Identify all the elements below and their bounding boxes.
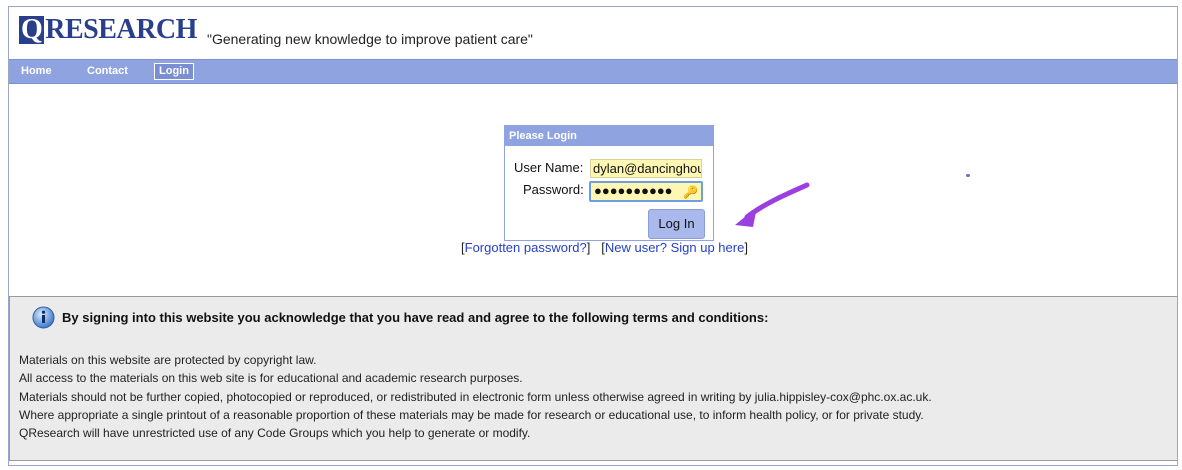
terms-line: QResearch will have unrestricted use of …: [19, 426, 531, 440]
nav-bar: Home Contact Login: [9, 59, 1177, 84]
terms-line: Materials on this website are protected …: [19, 353, 317, 367]
pointer-arrow-icon: [735, 182, 810, 227]
cursor-dot: [966, 174, 970, 177]
terms-line: Where appropriate a single printout of a…: [19, 408, 924, 422]
nav-contact-link[interactable]: Contact: [87, 64, 128, 81]
signup-link[interactable]: New user? Sign up here: [605, 240, 744, 255]
bracket-close: ]: [744, 240, 748, 255]
bracket-close: ]: [586, 240, 591, 255]
password-label: Password:: [523, 182, 584, 197]
username-input[interactable]: dylan@dancinghou:: [590, 159, 702, 178]
login-button[interactable]: Log In: [648, 209, 705, 239]
logo-q: Q: [19, 14, 45, 45]
login-links: [Forgotten password?] [New user? Sign up…: [461, 240, 748, 255]
login-panel: Please Login User Name: dylan@dancinghou…: [504, 125, 714, 241]
terms-panel: By signing into this website you acknowl…: [9, 296, 1177, 461]
terms-heading: By signing into this website you acknowl…: [62, 310, 769, 325]
qresearch-logo[interactable]: Q RESEARCH: [19, 15, 197, 45]
username-label: User Name:: [514, 160, 584, 175]
terms-line: Materials should not be further copied, …: [19, 390, 932, 404]
password-input[interactable]: ●●●●●●●●●● 🔑: [589, 181, 703, 202]
page-frame: Q RESEARCH "Generating new knowledge to i…: [8, 6, 1178, 466]
logo-text: RESEARCH: [45, 14, 197, 45]
info-icon: [32, 306, 55, 329]
login-panel-title: Please Login: [505, 126, 713, 146]
site-tagline: "Generating new knowledge to improve pat…: [207, 31, 533, 47]
password-value: ●●●●●●●●●●: [594, 183, 673, 198]
nav-login-link[interactable]: Login: [154, 63, 194, 80]
terms-line: All access to the materials on this web …: [19, 371, 523, 385]
forgot-password-link[interactable]: Forgotten password?: [465, 240, 587, 255]
key-icon[interactable]: 🔑: [683, 184, 698, 200]
site-header: Q RESEARCH "Generating new knowledge to i…: [9, 7, 1177, 57]
nav-home-link[interactable]: Home: [21, 64, 52, 81]
